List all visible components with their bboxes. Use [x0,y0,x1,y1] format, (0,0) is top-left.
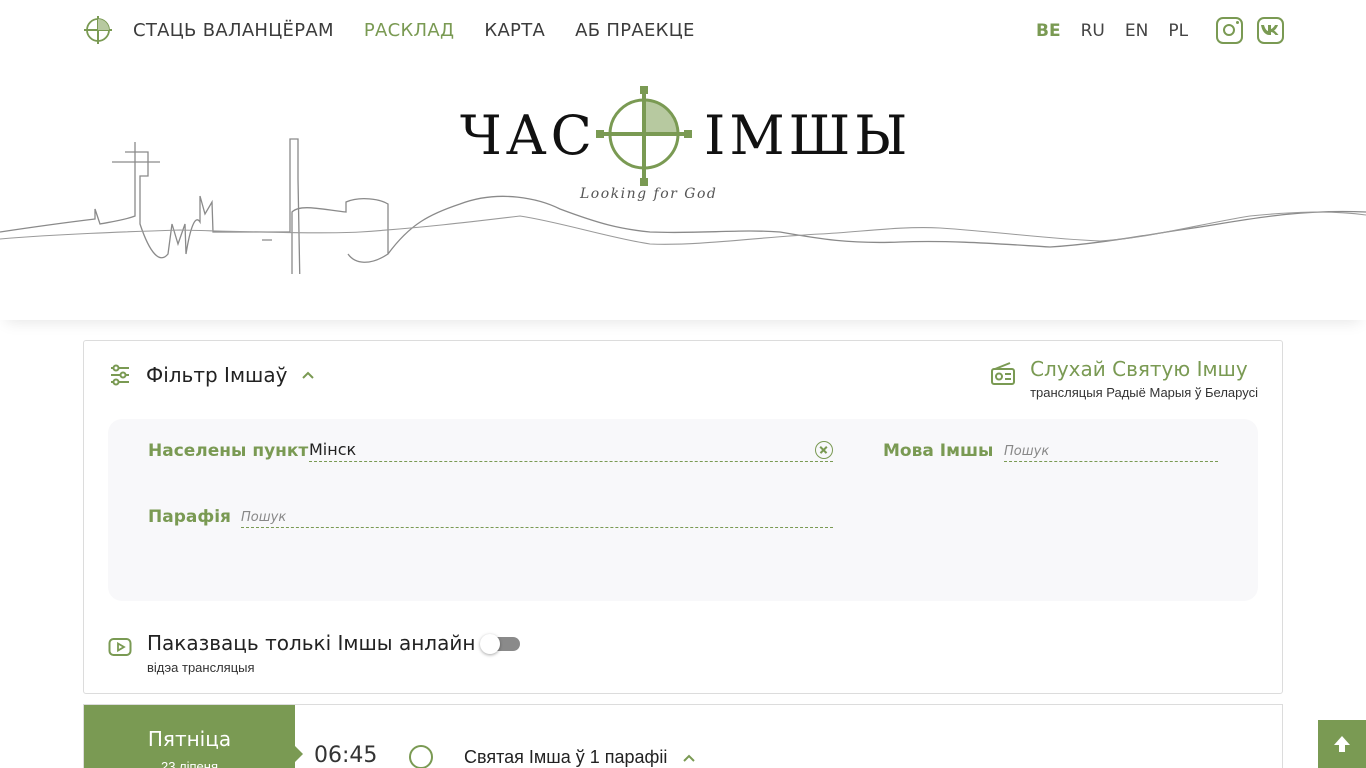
sliders-icon [111,364,129,386]
main-menu: СТАЦЬ ВАЛАНЦЁРАМ РАСКЛАД КАРТА АБ ПРАЕКЦ… [133,20,695,41]
day-name: Пятніца [147,727,232,751]
cross-circle-logo-icon[interactable] [83,15,113,45]
brand-tagline: Looking for God [580,186,718,202]
vk-glyph-icon [1261,25,1279,35]
filter-fields-panel: Населены пункт Мова Імшы Парафія [108,419,1258,601]
language-input[interactable] [1004,438,1218,462]
chevron-up-icon[interactable] [682,753,696,763]
toggle-knob [480,634,500,654]
mass-time: 06:45 [314,743,378,768]
brand-text-left: ЧАС [460,104,596,167]
online-only-toggle[interactable] [480,634,520,654]
city-input[interactable] [309,438,833,462]
filter-toggle-header[interactable]: Фільтр Імшаў [108,363,315,387]
mass-filter-card: Фільтр Імшаў Слухай Святую Імшу трансляц… [83,340,1283,694]
instagram-lens-shape [1223,24,1235,36]
language-label: Мова Імшы [883,441,994,461]
arrow-up-icon [1334,736,1350,752]
city-label: Населены пункт [148,441,309,461]
schedule-list: Пятніца 23 ліпеня 06:45 Святая Імша ў 1 … [83,704,1283,768]
nav-schedule[interactable]: РАСКЛАД [364,20,455,41]
day-date: 23 ліпеня [160,759,219,768]
day-header: Пятніца 23 ліпеня [84,705,303,768]
status-circle-icon [409,745,433,768]
online-only-label: Паказваць толькі Імшы анлайн [147,631,476,655]
brand-cross-icon [596,86,692,186]
brand-text-right: ІМШЫ [704,104,912,167]
radio-broadcast: Слухай Святую Імшу трансляцыя Радыё Мары… [991,357,1258,400]
chevron-up-icon[interactable] [301,370,315,380]
instagram-icon[interactable] [1216,17,1243,44]
top-navigation: СТАЦЬ ВАЛАНЦЁРАМ РАСКЛАД КАРТА АБ ПРАЕКЦ… [0,0,1366,64]
nav-volunteer[interactable]: СТАЦЬ ВАЛАНЦЁРАМ [133,20,334,41]
clear-city-icon[interactable] [815,441,833,459]
vk-icon[interactable] [1257,17,1284,44]
lang-pl[interactable]: PL [1168,21,1188,41]
parish-input[interactable] [241,504,833,528]
filter-title: Фільтр Імшаў [146,363,288,387]
brand-logo: ЧАС ІМШЫ Looking for God [460,86,912,202]
scroll-to-top-button[interactable] [1318,720,1366,768]
instagram-dot-shape [1236,21,1239,24]
nav-about[interactable]: АБ ПРАЕКЦЕ [575,20,695,41]
radio-icon [991,362,1016,385]
nav-map[interactable]: КАРТА [484,20,545,41]
lang-be[interactable]: BE [1036,21,1061,41]
lang-ru[interactable]: RU [1081,21,1105,41]
online-only-subtitle: відэа трансляцыя [147,660,255,675]
radio-subtitle: трансляцыя Радыё Марыя ў Беларусі [1030,385,1258,400]
radio-listen-link[interactable]: Слухай Святую Імшу [1030,357,1258,381]
parish-label: Парафія [148,507,231,527]
lang-en[interactable]: EN [1125,21,1148,41]
mass-parish-count[interactable]: Святая Імша ў 1 парафіі [464,747,667,768]
hero-banner: ЧАС ІМШЫ Looking for God [0,64,1366,320]
video-play-icon [108,638,132,656]
language-switcher: BE RU EN PL [1036,21,1188,41]
